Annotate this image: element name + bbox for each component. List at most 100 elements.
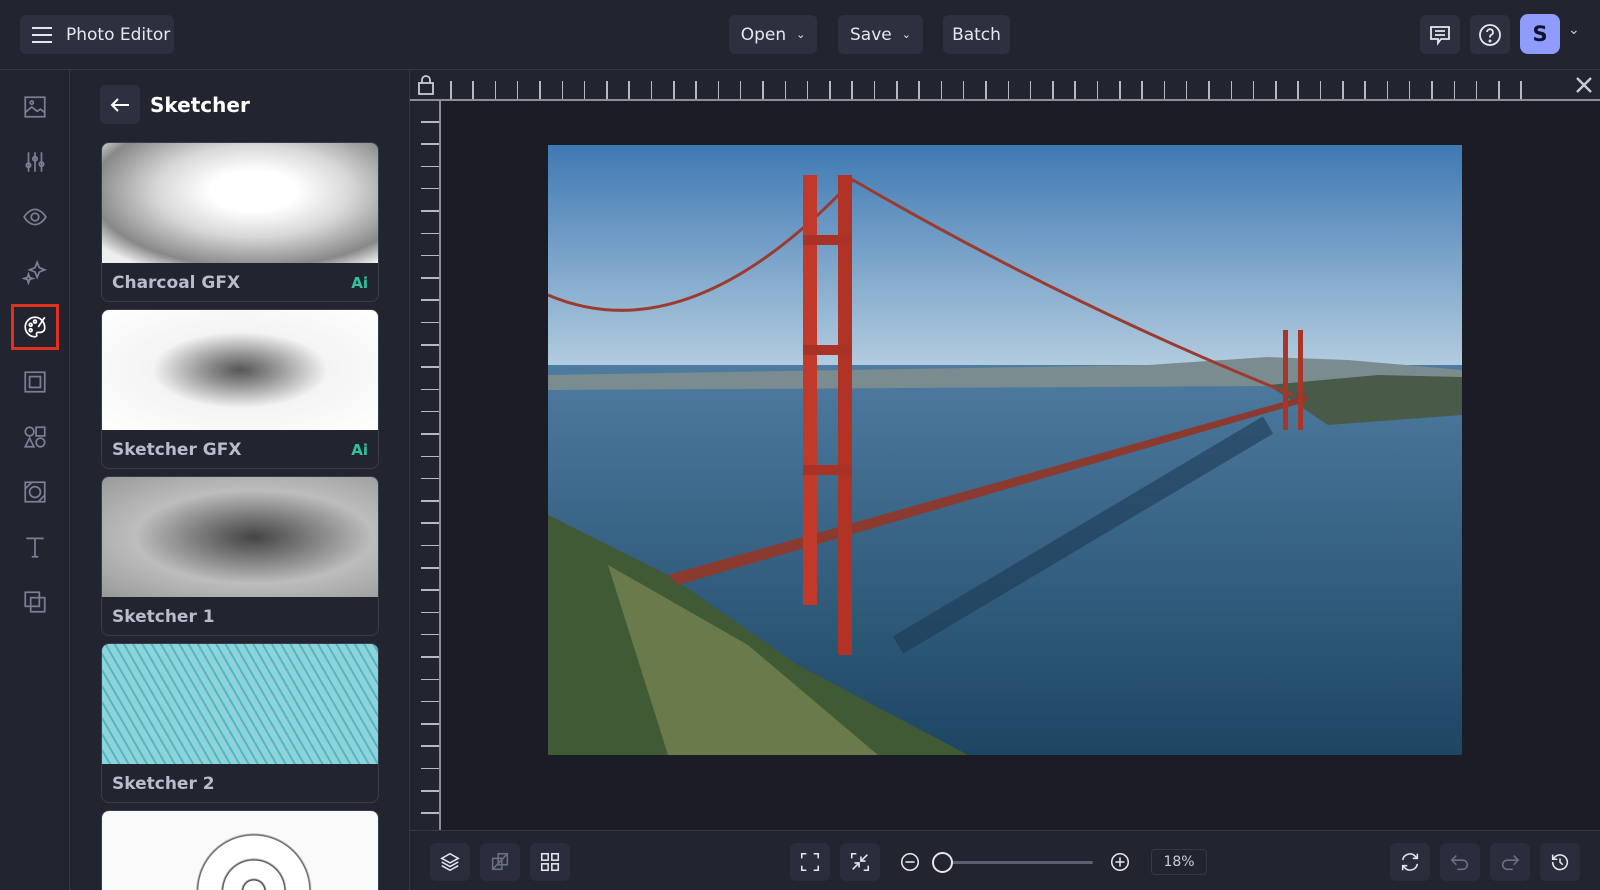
layers-icon xyxy=(440,852,460,872)
card-label: Sketcher 1 xyxy=(112,607,215,627)
close-icon[interactable] xyxy=(1574,75,1594,95)
palette-icon[interactable] xyxy=(11,304,59,350)
ruler-tick xyxy=(516,81,519,99)
actual-size-button[interactable] xyxy=(840,843,880,881)
effect-card-sketcher-gfx[interactable]: Sketcher GFX Ai xyxy=(101,309,379,469)
help-button[interactable] xyxy=(1470,15,1510,54)
ruler-tick xyxy=(421,745,439,747)
back-button[interactable] xyxy=(100,85,140,124)
zoom-in-button[interactable] xyxy=(1100,843,1140,881)
ruler-tick xyxy=(472,81,474,99)
history-icon xyxy=(1551,854,1569,871)
zoom-percentage[interactable]: 18% xyxy=(1151,849,1207,875)
ruler-tick xyxy=(695,81,697,99)
ruler-tick xyxy=(873,81,876,99)
ruler-tick xyxy=(421,455,439,457)
ruler-tick xyxy=(1498,81,1500,99)
effect-card-sketcher-2[interactable]: Sketcher 2 xyxy=(101,643,379,803)
ruler-tick xyxy=(421,700,439,703)
frame-icon[interactable] xyxy=(11,359,59,405)
shapes-icon[interactable] xyxy=(11,414,59,460)
layers-button[interactable] xyxy=(430,843,470,881)
lock-icon[interactable] xyxy=(416,74,436,96)
plus-circle-icon xyxy=(1110,852,1130,872)
ruler-tick xyxy=(421,388,439,391)
ruler-tick xyxy=(421,410,439,413)
ruler-tick xyxy=(421,477,439,480)
effect-card-5[interactable] xyxy=(101,810,379,890)
ruler-tick xyxy=(1408,81,1411,99)
ruler-tick xyxy=(421,723,439,725)
ruler-tick xyxy=(1275,81,1277,99)
ruler-tick xyxy=(1208,81,1210,99)
ruler-tick xyxy=(1386,81,1389,99)
zoom-out-button[interactable] xyxy=(890,843,930,881)
chevron-down-icon: ⌄ xyxy=(796,28,806,41)
ruler-tick xyxy=(421,210,439,212)
save-button[interactable]: Save ⌄ xyxy=(838,15,923,54)
eye-icon[interactable] xyxy=(11,194,59,240)
adjust-icon[interactable] xyxy=(11,139,59,185)
ruler-tick xyxy=(421,321,439,324)
redo-button[interactable] xyxy=(1490,843,1530,881)
undo-button[interactable] xyxy=(1440,843,1480,881)
compare-icon xyxy=(491,852,509,871)
help-icon xyxy=(1479,23,1501,46)
ruler-tick xyxy=(583,81,586,99)
ruler-tick xyxy=(829,81,831,99)
ruler-tick xyxy=(421,344,439,346)
photo-golden-gate-bridge xyxy=(548,145,1462,755)
reset-button[interactable] xyxy=(1390,843,1430,881)
ruler-tick xyxy=(1252,81,1255,99)
compare-button[interactable] xyxy=(480,843,520,881)
open-button[interactable]: Open ⌄ xyxy=(729,15,817,54)
tool-sidebar xyxy=(0,70,70,890)
overlay-icon[interactable] xyxy=(11,579,59,625)
top-bar: Photo Editor Open ⌄ Save ⌄ Batch S ⌄ xyxy=(0,0,1600,70)
ruler-tick xyxy=(940,81,943,99)
ruler-tick xyxy=(421,611,439,614)
ai-badge: Ai xyxy=(351,441,368,459)
ruler-tick xyxy=(1052,81,1054,99)
open-label: Open xyxy=(740,24,787,45)
ruler-tick xyxy=(421,812,439,814)
texture-icon[interactable] xyxy=(11,469,59,515)
ruler-tick xyxy=(1475,81,1478,99)
refresh-icon xyxy=(1401,853,1419,871)
ruler-tick xyxy=(918,81,920,99)
chevron-down-icon: ⌄ xyxy=(901,28,911,41)
history-button[interactable] xyxy=(1540,843,1580,881)
fit-screen-button[interactable] xyxy=(790,843,830,881)
thumbnail xyxy=(102,143,378,263)
sparkle-icon[interactable] xyxy=(11,249,59,295)
text-icon[interactable] xyxy=(11,524,59,570)
zoom-slider[interactable] xyxy=(932,852,1093,873)
avatar-initial: S xyxy=(1532,22,1548,46)
menu-button[interactable]: Photo Editor xyxy=(20,15,174,54)
ruler-tick xyxy=(606,81,608,99)
batch-button[interactable]: Batch xyxy=(943,15,1010,54)
ruler-tick xyxy=(421,656,439,658)
effect-card-charcoal-gfx[interactable]: Charcoal GFX Ai xyxy=(101,142,379,302)
feedback-button[interactable] xyxy=(1420,15,1460,54)
ruler-tick xyxy=(1364,81,1366,99)
ruler-tick xyxy=(1007,81,1009,99)
image-icon[interactable] xyxy=(11,84,59,130)
ruler-tick xyxy=(1520,81,1522,99)
account-chevron-icon[interactable]: ⌄ xyxy=(1568,22,1580,38)
thumbnail xyxy=(102,644,378,764)
thumbnail xyxy=(102,310,378,430)
ruler-tick xyxy=(1185,81,1188,99)
effect-card-sketcher-1[interactable]: Sketcher 1 xyxy=(101,476,379,636)
ruler-tick xyxy=(806,81,809,99)
zoom-slider-thumb[interactable] xyxy=(932,852,953,873)
grid-button[interactable] xyxy=(530,843,570,881)
ruler-tick xyxy=(421,522,439,524)
ruler-tick xyxy=(421,165,439,168)
ruler-tick xyxy=(539,81,541,99)
avatar[interactable]: S xyxy=(1520,14,1560,54)
ruler-horizontal xyxy=(410,70,1600,101)
hamburger-icon xyxy=(32,26,52,43)
ruler-tick xyxy=(1431,81,1433,99)
ruler-tick xyxy=(739,81,742,99)
